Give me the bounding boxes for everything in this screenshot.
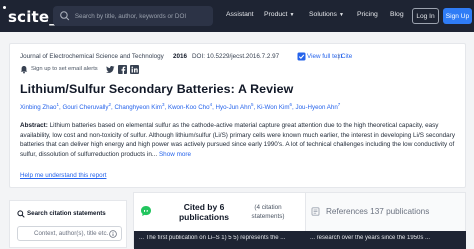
- nav-solutions[interactable]: Solutions ▼: [309, 11, 344, 18]
- search-input[interactable]: [74, 12, 213, 20]
- author-link[interactable]: Xinbing Zhao1: [20, 102, 59, 112]
- abstract: Abstract: Lithium batteries based on ele…: [20, 121, 460, 159]
- author-link[interactable]: Ki-Won Kim6: [256, 102, 293, 112]
- doi: DOI: 10.5229/jecst.2016.7.2.97: [192, 53, 280, 60]
- author-sup: 4: [209, 102, 213, 107]
- paper-card: Journal of Electrochemical Science and T…: [9, 43, 466, 188]
- author-sup: 7: [337, 102, 341, 107]
- quote-bubble-icon: [141, 206, 151, 216]
- author-list: Xinbing Zhao1, Gouri Cheruvally2, Changh…: [20, 102, 341, 112]
- author-link[interactable]: Gouri Cheruvally2: [62, 102, 112, 112]
- cited-by-label: Cited by 6 publications: [178, 202, 230, 222]
- abstract-text: Lithium batteries based on elemental sul…: [20, 122, 455, 158]
- author-link[interactable]: Hyo-Jun Ahn5: [215, 102, 254, 112]
- signup-button[interactable]: Sign Up: [443, 8, 472, 24]
- twitter-icon[interactable]: [106, 65, 115, 74]
- author-link[interactable]: Changhyeon Kim3: [114, 102, 165, 112]
- abstract-label: Abstract:: [20, 122, 48, 129]
- view-full-text-link[interactable]: View full text: [307, 53, 342, 60]
- nav-label: Solutions: [309, 11, 337, 18]
- check-icon: [297, 52, 306, 61]
- linkedin-icon[interactable]: [130, 65, 139, 74]
- journal-name[interactable]: Journal of Electrochemical Science and T…: [20, 53, 164, 60]
- citation-search-title: Search citation statements: [27, 210, 106, 217]
- cited-by-tab[interactable]: Cited by 6 publications (4 citation stat…: [133, 192, 307, 249]
- author-link[interactable]: Kwon-Koo Cho4: [167, 102, 213, 112]
- references-label: References 137 publications: [326, 207, 430, 216]
- citation-snippet: ... The first publication on Li–S 1) 5 5…: [139, 235, 286, 241]
- nav-assistant[interactable]: Assistant: [226, 11, 254, 18]
- references-icon: [311, 207, 320, 216]
- author-name: Jou-Hyeon Ahn: [295, 104, 338, 112]
- chevron-down-icon: ▼: [289, 11, 295, 18]
- nav-pricing[interactable]: Pricing: [357, 11, 378, 18]
- facebook-icon[interactable]: [118, 65, 127, 74]
- show-more-link[interactable]: Show more: [159, 151, 191, 158]
- author-sup: 2: [108, 102, 112, 107]
- publication-year: 2016: [173, 53, 188, 60]
- logo-dot: [3, 6, 6, 9]
- author-sup: 1: [56, 102, 59, 107]
- nav-label: Assistant: [226, 11, 254, 18]
- email-alerts-link[interactable]: Sign up to set email alerts: [31, 66, 98, 72]
- nav-label: Pricing: [357, 11, 378, 18]
- references-tab[interactable]: References 137 publications ... research…: [306, 192, 466, 249]
- author-name: Ki-Won Kim: [256, 104, 290, 112]
- cite-link[interactable]: Cite: [341, 53, 352, 60]
- author-name: Changhyeon Kim: [114, 104, 162, 112]
- citation-statements-count: (4 citation statements): [251, 204, 285, 220]
- nav-label: Product: [264, 11, 288, 18]
- references-snippet-strip: ... research over the years since the 19…: [306, 231, 466, 249]
- link-separator: |: [338, 53, 340, 60]
- author-sup: 3: [161, 102, 165, 107]
- citation-snippet-strip: ... The first publication on Li–S 1) 5 5…: [134, 231, 307, 249]
- paper-title: Lithium/Sulfur Secondary Batteries: A Re…: [20, 82, 294, 96]
- citation-search-input[interactable]: [34, 230, 114, 237]
- scite-logo[interactable]: scite_: [8, 8, 57, 26]
- global-search[interactable]: [53, 6, 213, 26]
- search-icon: [60, 11, 70, 21]
- nav-product[interactable]: Product ▼: [264, 11, 294, 18]
- author-name: Xinbing Zhao: [20, 104, 57, 112]
- top-navigation-bar: scite_ Assistant Product▼ Solutions▼ Pri…: [0, 0, 474, 32]
- author-link[interactable]: Jou-Hyeon Ahn7: [295, 102, 341, 112]
- author-name: Gouri Cheruvally: [62, 104, 109, 112]
- bell-icon: [20, 66, 28, 74]
- author-sup: 5: [250, 102, 254, 107]
- author-name: Hyo-Jun Ahn: [215, 104, 251, 112]
- help-understand-link[interactable]: Help me understand this report: [20, 172, 106, 179]
- login-button[interactable]: Log In: [412, 8, 439, 24]
- citation-search-panel: Search citation statements: [9, 200, 127, 248]
- author-sup: 6: [289, 102, 293, 107]
- nav-label: Blog: [390, 11, 404, 18]
- search-icon: [17, 210, 25, 218]
- info-icon[interactable]: [109, 230, 117, 238]
- nav-blog[interactable]: Blog: [390, 11, 404, 18]
- author-name: Kwon-Koo Cho: [167, 104, 210, 112]
- chevron-down-icon: ▼: [338, 11, 344, 18]
- citation-search-box[interactable]: [17, 226, 122, 241]
- references-snippet: ... research over the years since the 19…: [310, 235, 431, 241]
